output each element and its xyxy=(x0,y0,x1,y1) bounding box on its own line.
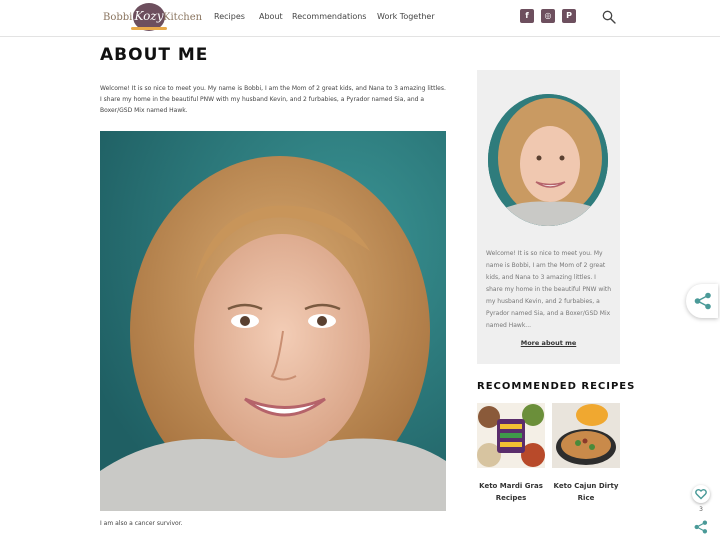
logo-spoon-icon xyxy=(131,27,167,30)
site-header: Bobbi's Kozy Kitchen Recipes About Recom… xyxy=(0,0,720,37)
nav-recipes[interactable]: Recipes xyxy=(214,12,245,21)
recommended-recipes-heading: RECOMMENDED RECIPES xyxy=(477,381,636,392)
nav-about[interactable]: About xyxy=(259,12,283,21)
pinterest-icon[interactable]: P xyxy=(562,9,576,23)
recipe-title[interactable]: Keto Cajun Dirty Rice xyxy=(552,480,620,504)
caption-text: I am also a cancer survivor. xyxy=(100,520,183,527)
heart-icon xyxy=(695,488,707,500)
page-title: ABOUT ME xyxy=(100,45,209,65)
avatar xyxy=(488,94,608,226)
recipe-title[interactable]: Keto Mardi Gras Recipes xyxy=(477,480,545,504)
favorite-button[interactable] xyxy=(692,485,710,503)
site-logo[interactable]: Bobbi's Kozy Kitchen xyxy=(103,3,202,33)
search-icon[interactable] xyxy=(602,10,616,24)
share-button[interactable] xyxy=(686,284,718,318)
share-count: 3 xyxy=(699,506,703,513)
instagram-icon[interactable]: ◎ xyxy=(541,9,555,23)
about-card-text: Welcome! It is so nice to meet you. My n… xyxy=(486,250,612,329)
recipe-card[interactable]: Keto Cajun Dirty Rice xyxy=(552,403,620,504)
nav-work-together[interactable]: Work Together xyxy=(377,12,435,21)
nav-recommendations[interactable]: Recommendations xyxy=(292,12,366,21)
intro-text: Welcome! It is so nice to meet you. My n… xyxy=(100,85,446,114)
recipe-thumbnail[interactable] xyxy=(552,403,620,468)
more-about-me-link[interactable]: More about me xyxy=(477,339,620,347)
recipe-thumbnail[interactable] xyxy=(477,403,545,468)
facebook-icon[interactable]: f xyxy=(520,9,534,23)
share-icon[interactable] xyxy=(694,520,708,534)
about-card: Welcome! It is so nice to meet you. My n… xyxy=(477,70,620,364)
portrait-photo xyxy=(100,131,446,511)
logo-text-right: Kitchen xyxy=(163,12,203,23)
recipe-card[interactable]: Keto Mardi Gras Recipes xyxy=(477,403,545,504)
share-icon xyxy=(694,292,711,310)
